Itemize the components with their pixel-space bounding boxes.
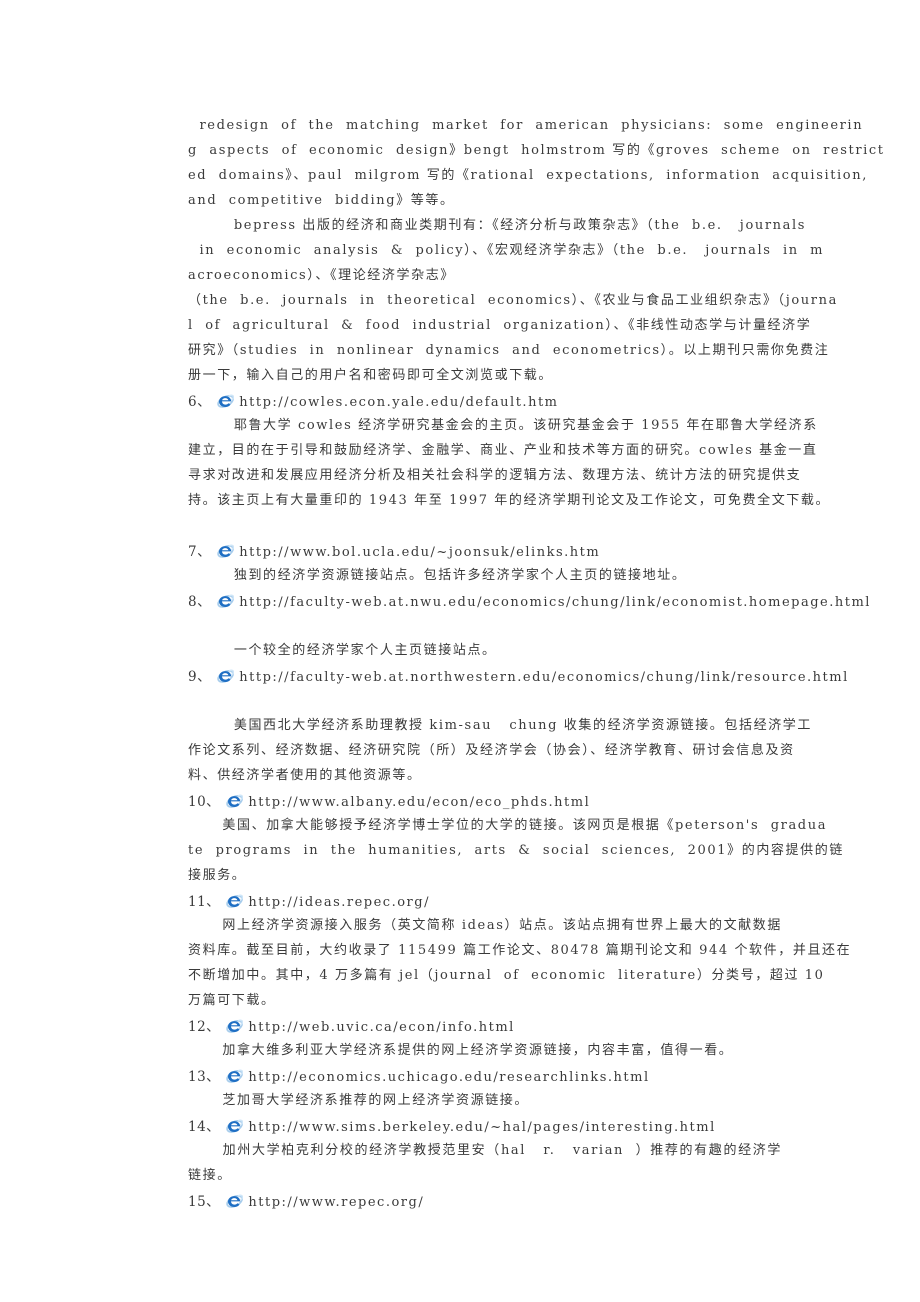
internet-explorer-icon [226,1069,244,1085]
resource-description-line: 作论文系列、经济数据、经济研究院（所）及经济学会（协会）、经济学教育、研讨会信息… [188,743,795,758]
internet-explorer-icon [226,894,244,910]
resource-description-line: 建立，目的在于引导和鼓励经济学、金融学、商业、产业和技术等方面的研究。cowle… [188,443,818,458]
resource-entry: 13、 http://economics.uchicago.edu/resear… [188,1063,782,1088]
internet-explorer-icon [217,544,235,560]
resource-entry: 15、 http://www.repec.org/ [188,1188,782,1213]
bepress-line: acroeconomics）、《理论经济学杂志》 [188,268,455,283]
internet-explorer-icon [226,1119,244,1135]
resource-url[interactable]: http://www.albany.edu/econ/eco_phds.html [248,795,590,810]
internet-explorer-icon [226,1194,244,1210]
document-body: redesign of the matching market for amer… [188,113,885,1213]
bepress-line: in economic analysis & policy）、《宏观经济学杂志》… [188,243,825,258]
internet-explorer-icon [217,594,235,610]
resource-description-line: 芝加哥大学经济系推荐的网上经济学资源链接。 [188,1093,529,1108]
bepress-line: 册一下，输入自己的用户名和密码即可全文浏览或下载。 [188,368,554,383]
resource-entry: 12、 http://web.uvic.ca/econ/info.html [188,1013,782,1038]
resource-entry: 8、 http://faculty-web.at.nwu.edu/economi… [188,588,869,613]
resource-description-line: 接服务。 [188,868,247,883]
resource-description-line: 料、供经济学者使用的其他资源等。 [188,768,422,783]
list-number: 12、 [188,1019,221,1035]
resource-entry: 6、 http://cowles.econ.yale.edu/default.h… [188,388,782,413]
resource-description-line: te programs in the humanities, arts & so… [188,843,844,858]
intro-line: g aspects of economic design》bengt holms… [188,143,885,158]
list-number: 7、 [188,544,212,560]
resource-description-line: 不断增加中。其中，4 万多篇有 jel（journal of economic … [188,968,825,983]
bepress-line: （the b.e. journals in theoretical econom… [188,293,838,308]
resource-description-line: 美国西北大学经济系助理教授 kim-sau chung 收集的经济学资源链接。包… [188,718,812,733]
resource-url[interactable]: http://www.sims.berkeley.edu/~hal/pages/… [248,1120,715,1135]
resource-url[interactable]: http://faculty-web.at.nwu.edu/economics/… [239,595,871,610]
intro-paragraph: redesign of the matching market for amer… [188,113,885,213]
list-number: 9、 [188,669,212,685]
resource-description-line: 持。该主页上有大量重印的 1943 年至 1997 年的经济学期刊论文及工作论文… [188,493,831,508]
resource-description-line: 链接。 [188,1168,232,1183]
resource-description-line: 一个较全的经济学家个人主页链接站点。 [188,643,497,658]
internet-explorer-icon [226,794,244,810]
resource-list: 6、 http://cowles.econ.yale.edu/default.h… [188,388,869,1213]
list-number: 6、 [188,394,212,410]
resource-url[interactable]: http://ideas.repec.org/ [248,895,430,910]
bepress-line: l of agricultural & food industrial orga… [188,318,812,333]
resource-url[interactable]: http://web.uvic.ca/econ/info.html [248,1020,514,1035]
resource-url[interactable]: http://www.bol.ucla.edu/~joonsuk/elinks.… [239,545,600,560]
list-number: 15、 [188,1194,221,1210]
resource-description-line: 美国、加拿大能够授予经济学博士学位的大学的链接。该网页是根据《peterson'… [188,818,828,833]
resource-url[interactable]: http://faculty-web.at.northwestern.edu/e… [239,670,848,685]
list-number: 14、 [188,1119,221,1135]
bepress-line: 研究》（studies in nonlinear dynamics and ec… [188,343,830,358]
list-number: 13、 [188,1069,221,1085]
bepress-line: bepress 出版的经济和商业类期刊有：《经济分析与政策杂志》（the b.e… [188,218,807,233]
intro-line: ed domains》、paul milgrom 写的《rational exp… [188,168,868,183]
document-page: redesign of the matching market for amer… [0,0,920,1302]
resource-description-line: 加拿大维多利亚大学经济系提供的网上经济学资源链接，内容丰富，值得一看。 [188,1043,734,1058]
internet-explorer-icon [226,1019,244,1035]
resource-url[interactable]: http://cowles.econ.yale.edu/default.htm [239,395,558,410]
resource-entry: 10、 http://www.albany.edu/econ/eco_phds.… [188,788,782,813]
resource-description-line: 加州大学柏克利分校的经济学教授范里安（hal r. varian ）推荐的有趣的… [188,1143,782,1158]
resource-description-line: 网上经济学资源接入服务（英文简称 ideas）站点。该站点拥有世界上最大的文献数… [188,918,782,933]
list-number: 10、 [188,794,221,810]
resource-entry: 9、 http://faculty-web.at.northwestern.ed… [188,663,847,688]
list-number: 11、 [188,894,221,910]
list-number: 8、 [188,594,212,610]
resource-description-line: 寻求对改进和发展应用经济分析及相关社会科学的逻辑方法、数理方法、统计方法的研究提… [188,468,802,483]
resource-description-line: 万篇可下载。 [188,993,276,1008]
resource-entry: 7、 http://www.bol.ucla.edu/~joonsuk/elin… [188,538,782,563]
resource-description-line: 独到的经济学资源链接站点。包括许多经济学家个人主页的链接地址。 [188,568,687,583]
resource-url[interactable]: http://economics.uchicago.edu/researchli… [248,1070,649,1085]
resource-description-line: 耶鲁大学 cowles 经济学研究基金会的主页。该研究基金会于 1955 年在耶… [188,418,818,433]
resource-entry: 14、 http://www.sims.berkeley.edu/~hal/pa… [188,1113,782,1138]
resource-entry: 11、 http://ideas.repec.org/ [188,888,782,913]
bepress-paragraph: bepress 出版的经济和商业类期刊有：《经济分析与政策杂志》（the b.e… [188,213,838,388]
intro-line: and competitive bidding》等等。 [188,193,455,208]
internet-explorer-icon [217,669,235,685]
resource-url[interactable]: http://www.repec.org/ [248,1195,424,1210]
resource-description-line: 资料库。截至目前，大约收录了 115499 篇工作论文、80478 篇期刊论文和… [188,943,852,958]
internet-explorer-icon [217,394,235,410]
intro-line: redesign of the matching market for amer… [188,118,864,133]
